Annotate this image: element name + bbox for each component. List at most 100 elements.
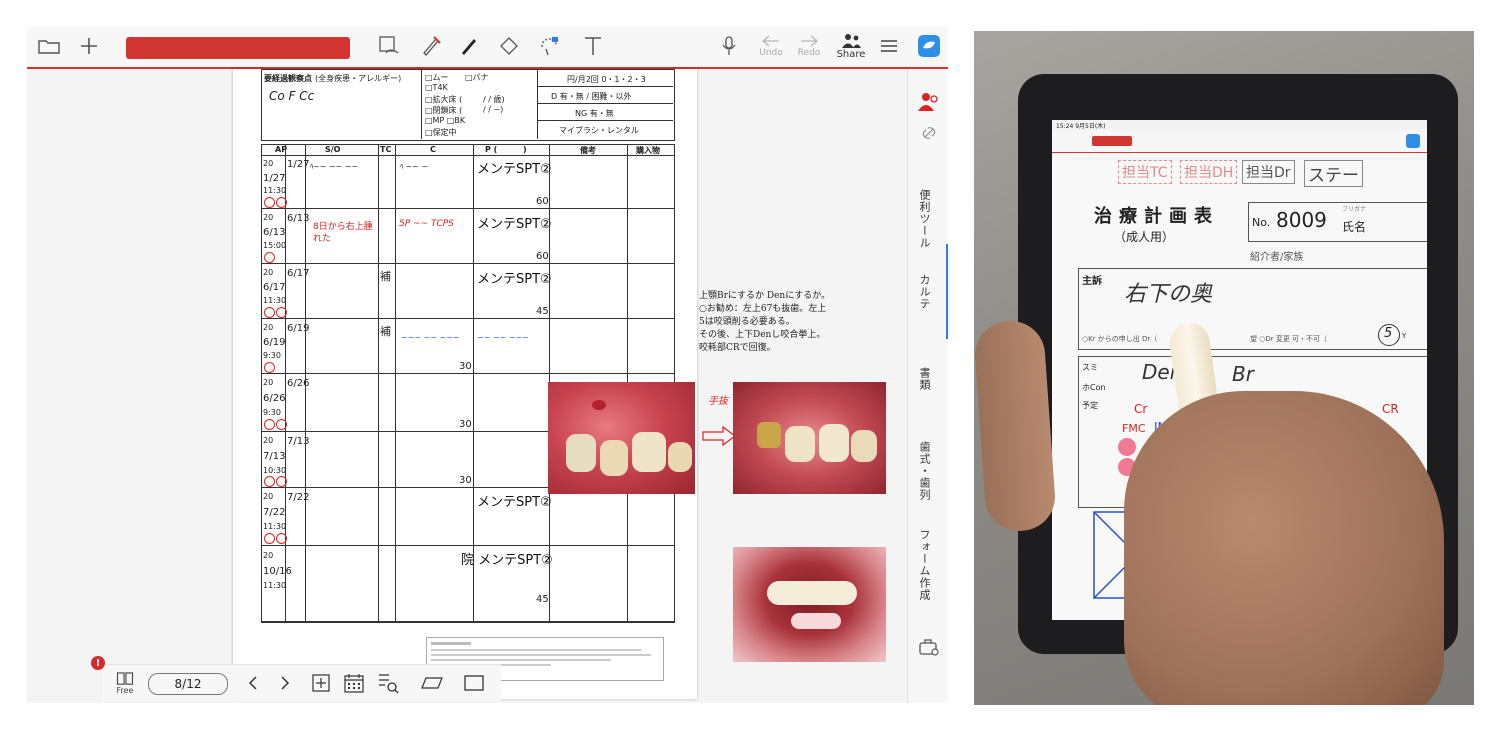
row8-date2: 10/16 <box>263 566 292 577</box>
option-3: □拡大床 ( <box>425 95 463 104</box>
tab-dental-chart[interactable]: 歯式・歯列 <box>916 441 932 501</box>
furigana-label: フリガナ <box>1342 206 1367 213</box>
row2-num: 60 <box>536 251 549 262</box>
row2-year: 20 <box>263 213 274 222</box>
app-window: Undo Redo Share 便利ツール カルテ 書類 歯式・歯列 フォーム作… <box>27 27 948 703</box>
row3-time: 11:30 <box>263 296 287 305</box>
app-logo-icon[interactable] <box>916 31 942 61</box>
pen-black-icon[interactable] <box>455 31 483 61</box>
add-page-icon[interactable] <box>309 671 333 695</box>
row7-year: 20 <box>263 492 274 501</box>
ipad-app-logo-icon <box>1406 134 1420 148</box>
microphone-icon[interactable] <box>717 31 741 61</box>
square-tool-icon[interactable] <box>459 671 489 695</box>
bottom-toolbar: Free 8/12 <box>103 664 501 701</box>
row5-date2: 6/26 <box>263 393 286 404</box>
share-button[interactable]: Share <box>833 31 869 61</box>
circled-number: 5 <box>1384 326 1393 341</box>
row6-time: 10:30 <box>263 466 287 475</box>
previous-page-icon[interactable] <box>241 671 265 695</box>
intraoral-photo-1[interactable] <box>548 382 695 494</box>
row2-date2: 6/13 <box>263 227 286 238</box>
row3-num: 45 <box>536 306 549 317</box>
row4-num: 30 <box>459 361 472 372</box>
row5-year: 20 <box>263 378 274 387</box>
row8-num: 45 <box>536 594 549 605</box>
referrer-label: 紹介者/家族 <box>1250 252 1304 263</box>
row6-year: 20 <box>263 436 274 445</box>
ipad-photo: 15:24 9月5日(木) 担当TC 担当DH 担当Dr ステー 治療計画表 （… <box>974 31 1474 705</box>
row8-year: 20 <box>263 551 274 560</box>
photo-caption: 手抜 <box>708 396 728 407</box>
left-hand <box>974 318 1058 534</box>
consent-line: ○Kr からの申し出 Dr（ <box>1082 335 1158 343</box>
name-label: 氏名 <box>1342 220 1367 234</box>
free-label: Free <box>116 686 134 695</box>
row7-date: 7/22 <box>287 492 310 503</box>
header-title: 要経過観察点 <box>264 74 312 83</box>
lasso-select-icon[interactable] <box>375 31 403 61</box>
row5-num: 30 <box>459 419 472 430</box>
row3-plan: メンテSPT② <box>477 272 552 287</box>
notification-badge[interactable]: ! <box>91 656 105 670</box>
row7-plan: メンテSPT② <box>477 495 552 510</box>
row4-year: 20 <box>263 323 274 332</box>
intraoral-photo-2[interactable] <box>733 382 886 494</box>
document-title-bar[interactable] <box>126 37 350 59</box>
add-icon[interactable] <box>75 31 103 61</box>
ipad-status-time: 15:24 9月5日(木) <box>1056 123 1106 130</box>
top-toolbar: Undo Redo Share <box>27 27 948 69</box>
folder-icon[interactable] <box>35 31 63 61</box>
side-note-line-1: 上顎Brにするか Denにするか。 <box>699 291 831 301</box>
free-view-button[interactable]: Free <box>109 671 141 695</box>
undo-label: Undo <box>759 48 783 58</box>
no-value: 8009 <box>1276 208 1327 232</box>
pen-red-icon[interactable] <box>417 31 445 61</box>
eraser-icon[interactable] <box>495 31 523 61</box>
arrow-right-icon <box>702 425 736 447</box>
row6-date: 7/13 <box>287 436 310 447</box>
tab-convenience-tools[interactable]: 便利ツール <box>916 189 932 249</box>
eraser-shape-icon[interactable] <box>417 671 447 695</box>
brush-line: マイブラシ・レンタル <box>559 126 639 135</box>
redo-button[interactable]: Redo <box>793 31 825 61</box>
toolbox-settings-icon[interactable] <box>918 637 940 661</box>
th-p: P ( <box>485 145 498 154</box>
tab-chart[interactable]: カルテ <box>916 274 932 310</box>
undo-button[interactable]: Undo <box>755 31 787 61</box>
th-so: S/O <box>325 145 341 154</box>
tab-form-creation[interactable]: フォーム作成 <box>916 529 932 601</box>
row1-date2: 1/27 <box>263 173 286 184</box>
link-icon[interactable] <box>922 125 936 144</box>
stamp-tc: 担当TC <box>1118 160 1172 184</box>
search-pages-icon[interactable] <box>375 671 401 695</box>
row-label-3: 予定 <box>1082 401 1098 410</box>
row3-year: 20 <box>263 268 274 277</box>
stamp-dh: 担当DH <box>1180 160 1238 184</box>
row6-date2: 7/13 <box>263 451 286 462</box>
text-tool-icon[interactable] <box>579 31 607 61</box>
row1-time: 11:30 <box>263 186 287 195</box>
row1-year: 20 <box>263 159 274 168</box>
row2-plan: メンテSPT② <box>477 217 552 232</box>
menu-icon[interactable] <box>877 31 901 61</box>
intraoral-photo-3[interactable] <box>733 547 886 662</box>
handwriting-br: Br <box>1232 362 1254 386</box>
stamp-stage: ステー <box>1304 160 1363 187</box>
patient-people-icon[interactable] <box>917 91 941 117</box>
header-handwriting: Co F Cc <box>269 89 315 103</box>
tab-documents[interactable]: 書類 <box>916 367 932 391</box>
row1-plan: メンテSPT② <box>477 162 552 177</box>
row8-time: 11:30 <box>263 581 287 590</box>
handwriting-fmc: FMC <box>1122 422 1146 435</box>
row-label-1: スミ <box>1082 363 1098 372</box>
calendar-icon[interactable] <box>341 671 367 695</box>
highlighter-lasso-icon[interactable] <box>535 31 563 61</box>
book-icon <box>116 672 134 685</box>
option-age: / / 歳) <box>483 95 505 104</box>
page-counter[interactable]: 8/12 <box>148 673 228 695</box>
next-page-icon[interactable] <box>273 671 297 695</box>
side-rail: 便利ツール カルテ 書類 歯式・歯列 フォーム作成 <box>907 69 948 703</box>
row3-tc: 補 <box>380 270 391 283</box>
row2-date: 6/13 <box>287 213 310 224</box>
